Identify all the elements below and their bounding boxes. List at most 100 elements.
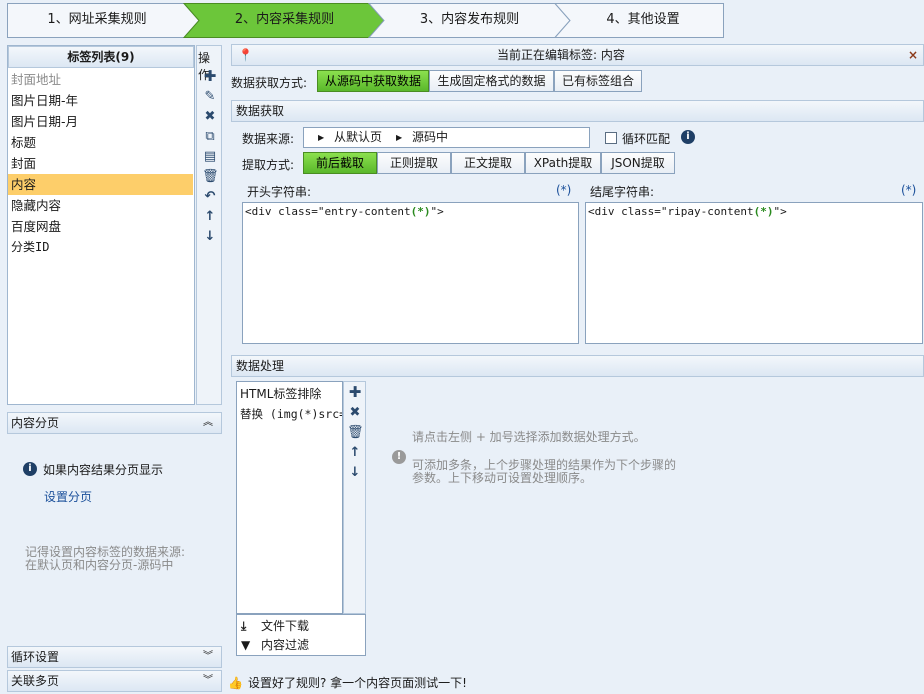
add-icon[interactable]: ✚ bbox=[347, 384, 363, 400]
paging-title: 内容分页 bbox=[11, 416, 60, 430]
chevron-right-icon: ▶ bbox=[396, 133, 403, 142]
tag-item-cover-url[interactable]: 封面地址 bbox=[8, 69, 193, 90]
delete-icon[interactable]: ✖ bbox=[347, 405, 363, 421]
extract-body-button[interactable]: 正文提取 bbox=[451, 152, 525, 174]
extract-regex-button[interactable]: 正则提取 bbox=[377, 152, 451, 174]
method-from-source-button[interactable]: 从源码中获取数据 bbox=[317, 70, 429, 92]
method-combine-tags-button[interactable]: 已有标签组合 bbox=[554, 70, 642, 92]
ops-column: 操作 ✚ ✎ ✖ ⧉ ▤ 🗑 ↶ ↑ ↓ bbox=[196, 45, 222, 405]
process-item-html-exclude[interactable]: HTML标签排除 bbox=[240, 385, 321, 402]
multi-page-title: 关联多页 bbox=[11, 674, 60, 688]
end-wildcard-hint[interactable]: (*) bbox=[901, 183, 916, 197]
method-label: 数据获取方式: bbox=[231, 76, 308, 90]
process-list: HTML标签排除 替换 (img(*)src=" bbox=[236, 381, 343, 614]
tag-list-panel: 标签列表(9) 封面地址 图片日期-年 图片日期-月 标题 封面 内容 隐藏内容… bbox=[7, 45, 195, 405]
paging-note-2: 在默认页和内容分页-源码中 bbox=[25, 558, 174, 572]
start-string-textarea[interactable]: <div class="entry-content(*)"> bbox=[242, 202, 579, 344]
editing-label: 当前正在编辑标签: 内容 bbox=[497, 48, 625, 62]
file-download-label: 文件下载 bbox=[261, 619, 310, 633]
extract-json-button[interactable]: JSON提取 bbox=[601, 152, 675, 174]
process-hint-1: 请点击左侧 + 加号选择添加数据处理方式。 bbox=[412, 430, 646, 444]
tag-item-content[interactable]: 内容 bbox=[8, 174, 193, 195]
process-item-replace[interactable]: 替换 (img(*)src=" bbox=[240, 406, 342, 422]
extract-xpath-button[interactable]: XPath提取 bbox=[525, 152, 601, 174]
move-up-icon[interactable]: ↑ bbox=[202, 209, 218, 225]
method-fixed-format-button[interactable]: 生成固定格式的数据 bbox=[429, 70, 554, 92]
info-icon: i bbox=[23, 462, 37, 476]
source-path-0: 从默认页 bbox=[334, 130, 383, 144]
tag-item-image-year[interactable]: 图片日期-年 bbox=[8, 90, 193, 111]
trash-icon[interactable]: 🗑 bbox=[202, 169, 219, 185]
end-string-textarea[interactable]: <div class="ripay-content(*)"> bbox=[585, 202, 923, 344]
step-tab-1[interactable]: 1、网址采集规则 bbox=[7, 3, 187, 38]
step-tab-4[interactable]: 4、其他设置 bbox=[563, 3, 723, 38]
start-string-label: 开头字符串: bbox=[247, 185, 312, 199]
download-icon: ⤓ bbox=[241, 619, 247, 633]
pin-icon: 📍 bbox=[238, 48, 253, 62]
extract-before-after-button[interactable]: 前后截取 bbox=[303, 152, 377, 174]
close-icon[interactable]: × bbox=[908, 45, 918, 65]
loop-match-label: 循环匹配 bbox=[622, 132, 671, 146]
end-suffix: "> bbox=[773, 205, 787, 218]
content-filter-label: 内容过滤 bbox=[261, 638, 310, 652]
collapse-up-icon[interactable]: ︽ bbox=[203, 413, 213, 433]
editing-header: 📍 当前正在编辑标签: 内容 × bbox=[231, 44, 924, 66]
fetch-section-header: 数据获取 bbox=[231, 100, 924, 122]
tag-item-cover[interactable]: 封面 bbox=[8, 153, 193, 174]
process-section-title: 数据处理 bbox=[236, 359, 285, 373]
tag-item-image-month[interactable]: 图片日期-月 bbox=[8, 111, 193, 132]
add-icon[interactable]: ✚ bbox=[202, 68, 218, 84]
loop-settings-header[interactable]: 循环设置 ︾ bbox=[7, 646, 222, 668]
end-prefix: <div class="ripay-content bbox=[588, 205, 754, 218]
paste-icon[interactable]: ▤ bbox=[202, 149, 218, 165]
set-paging-link[interactable]: 设置分页 bbox=[44, 488, 92, 505]
start-prefix: <div class="entry-content bbox=[245, 205, 411, 218]
thumbs-up-icon: 👍 bbox=[228, 676, 243, 690]
loop-settings-title: 循环设置 bbox=[11, 650, 60, 664]
delete-icon[interactable]: ✖ bbox=[202, 109, 218, 125]
tag-item-title[interactable]: 标题 bbox=[8, 132, 193, 153]
tag-list-title: 标签列表(9) bbox=[8, 46, 194, 68]
chevron-right-icon: ▶ bbox=[318, 133, 325, 142]
info-icon[interactable]: i bbox=[681, 130, 695, 144]
source-path-field[interactable]: ▶ 从默认页 ▶ 源码中 bbox=[303, 127, 590, 148]
multi-page-header[interactable]: 关联多页 ︾ bbox=[7, 670, 222, 692]
copy-icon[interactable]: ⧉ bbox=[202, 129, 218, 145]
start-token: (*) bbox=[410, 205, 431, 218]
tag-item-hidden-content[interactable]: 隐藏内容 bbox=[8, 195, 193, 216]
end-token: (*) bbox=[753, 205, 774, 218]
tag-item-baidu-pan[interactable]: 百度网盘 bbox=[8, 216, 193, 237]
content-filter-action[interactable]: ▼ 内容过滤 bbox=[241, 636, 363, 655]
step-tab-3[interactable]: 3、内容发布规则 bbox=[377, 3, 562, 38]
alert-icon: ! bbox=[392, 450, 406, 464]
footer-text: 设置好了规则? 拿一个内容页面测试一下! bbox=[248, 676, 467, 690]
footer[interactable]: 👍 设置好了规则? 拿一个内容页面测试一下! bbox=[228, 672, 924, 694]
paging-info: 如果内容结果分页显示 bbox=[43, 463, 164, 477]
process-bottom-actions: ⤓ 文件下载 ▼ 内容过滤 bbox=[236, 614, 366, 656]
step-tab-2[interactable]: 2、内容采集规则 bbox=[192, 3, 377, 38]
extract-label: 提取方式: bbox=[242, 158, 295, 172]
move-up-icon[interactable]: ↑ bbox=[347, 445, 363, 461]
expand-down-icon[interactable]: ︾ bbox=[203, 647, 213, 667]
move-down-icon[interactable]: ↓ bbox=[202, 229, 218, 245]
fetch-section-title: 数据获取 bbox=[236, 104, 285, 118]
source-path-1: 源码中 bbox=[412, 130, 449, 144]
loop-match-checkbox[interactable] bbox=[605, 132, 617, 144]
start-wildcard-hint[interactable]: (*) bbox=[556, 183, 571, 197]
tag-item-category-id[interactable]: 分类ID bbox=[8, 237, 193, 258]
source-label: 数据来源: bbox=[242, 132, 295, 146]
expand-down-icon[interactable]: ︾ bbox=[203, 671, 213, 691]
undo-icon[interactable]: ↶ bbox=[202, 189, 218, 205]
move-down-icon[interactable]: ↓ bbox=[347, 465, 363, 481]
process-ops: ✚ ✖ 🗑 ↑ ↓ bbox=[343, 381, 366, 614]
trash-icon[interactable]: 🗑 bbox=[347, 425, 364, 441]
file-download-action[interactable]: ⤓ 文件下载 bbox=[241, 617, 363, 636]
filter-icon: ▼ bbox=[241, 638, 251, 652]
step-tabs: 1、网址采集规则 2、内容采集规则 3、内容发布规则 4、其他设置 bbox=[7, 3, 724, 38]
paging-header[interactable]: 内容分页 ︽ bbox=[7, 412, 222, 434]
process-section-header: 数据处理 bbox=[231, 355, 924, 377]
paging-body: i 如果内容结果分页显示 设置分页 记得设置内容标签的数据来源: 在默认页和内容… bbox=[7, 435, 222, 645]
start-suffix: "> bbox=[430, 205, 444, 218]
process-hint-3: 参数。上下移动可设置处理顺序。 bbox=[412, 471, 593, 485]
edit-icon[interactable]: ✎ bbox=[202, 89, 218, 105]
